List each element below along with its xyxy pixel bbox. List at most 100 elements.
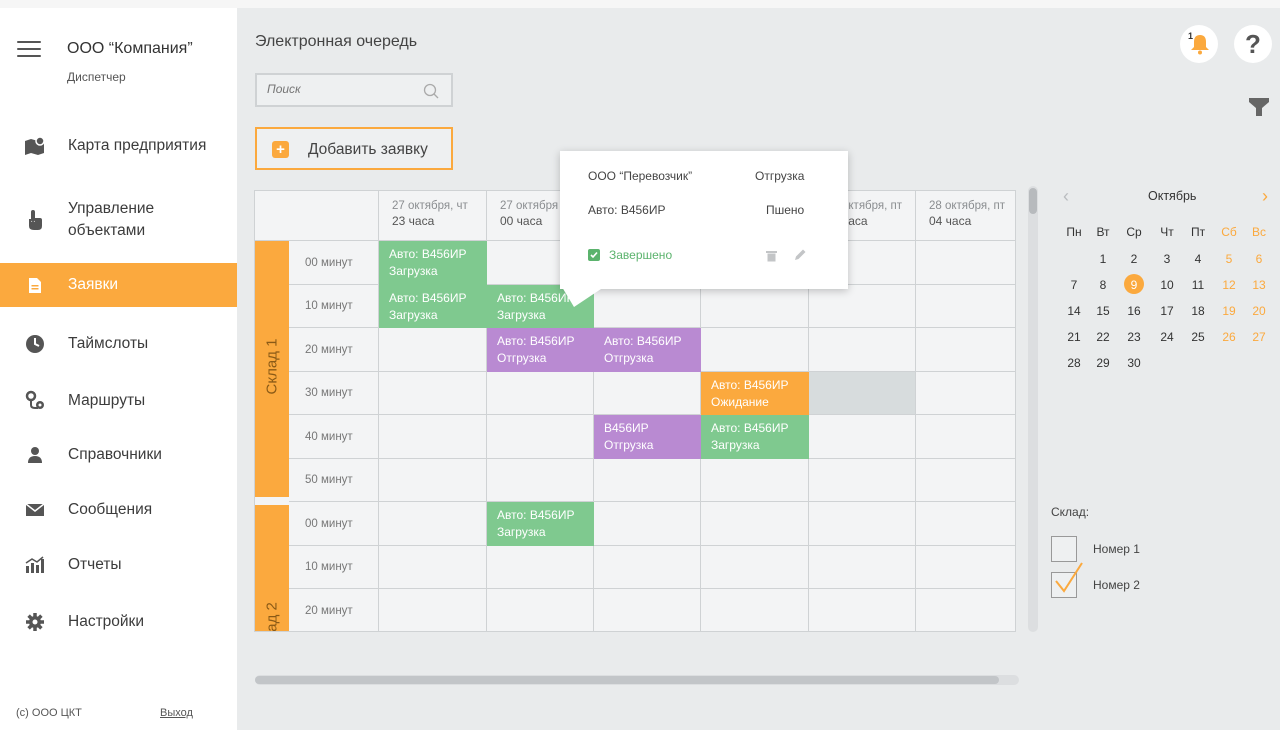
scrollbar-thumb[interactable] [255, 676, 999, 684]
calendar-day[interactable]: 21 [1059, 330, 1089, 344]
request-card[interactable]: Авто: В456ИР Отгрузка [594, 328, 701, 372]
grid-cell[interactable] [379, 415, 487, 459]
grid-cell[interactable] [701, 459, 809, 502]
calendar-day[interactable]: 11 [1183, 278, 1213, 292]
grid-cell[interactable] [379, 459, 487, 502]
calendar-next-button[interactable]: › [1262, 186, 1268, 207]
calendar-day[interactable]: 16 [1119, 304, 1149, 318]
calendar-day[interactable]: 18 [1183, 304, 1213, 318]
grid-cell[interactable] [379, 589, 487, 631]
calendar-day[interactable]: 14 [1059, 304, 1089, 318]
calendar-prev-button[interactable]: ‹ [1063, 186, 1069, 207]
sidebar-item-directories[interactable]: Справочники [0, 443, 237, 467]
grid-cell[interactable] [701, 589, 809, 631]
calendar-day[interactable]: 22 [1088, 330, 1118, 344]
help-button[interactable]: ? [1234, 25, 1272, 63]
calendar-day[interactable]: 8 [1088, 278, 1118, 292]
calendar-day[interactable]: 28 [1059, 356, 1089, 370]
calendar-day[interactable]: 26 [1214, 330, 1244, 344]
sidebar-item-requests[interactable]: Заявки [0, 263, 237, 307]
request-card[interactable]: Авто: В456ИР Загрузка [701, 415, 809, 459]
request-card[interactable]: Авто: В456ИР Отгрузка [487, 328, 594, 372]
grid-cell[interactable] [916, 415, 1015, 459]
grid-cell[interactable] [594, 502, 701, 546]
calendar-day[interactable]: 29 [1088, 356, 1118, 370]
sidebar-item-timeslots[interactable]: Таймслоты [0, 332, 237, 356]
grid-cell[interactable] [379, 502, 487, 546]
grid-cell[interactable] [701, 546, 809, 589]
search-input[interactable] [267, 82, 417, 96]
calendar-day[interactable]: 19 [1214, 304, 1244, 318]
grid-cell[interactable] [809, 589, 916, 631]
request-card[interactable]: Авто: В456ИР Загрузка [487, 502, 594, 546]
sidebar-item-reports[interactable]: Отчеты [0, 553, 237, 577]
grid-cell[interactable] [916, 241, 1015, 285]
grid-cell[interactable] [809, 502, 916, 546]
grid-cell[interactable] [916, 546, 1015, 589]
add-request-button[interactable]: + Добавить заявку [255, 127, 453, 170]
scrollbar-thumb[interactable] [1029, 188, 1037, 214]
request-card[interactable]: Авто: В456ИР Загрузка [379, 285, 487, 328]
search-icon[interactable] [423, 83, 439, 104]
grid-cell[interactable] [594, 459, 701, 502]
grid-cell[interactable] [701, 502, 809, 546]
calendar-day[interactable]: 17 [1152, 304, 1182, 318]
filter-icon[interactable] [1248, 96, 1270, 123]
grid-cell[interactable] [487, 415, 594, 459]
grid-cell[interactable] [594, 372, 701, 415]
grid-cell[interactable] [594, 589, 701, 631]
vertical-scrollbar[interactable] [1028, 186, 1038, 632]
grid-cell[interactable] [594, 546, 701, 589]
grid-cell[interactable] [487, 459, 594, 502]
grid-cell[interactable] [916, 328, 1015, 372]
grid-cell[interactable] [916, 589, 1015, 631]
warehouse-checkbox-2[interactable] [1051, 562, 1083, 598]
warehouse-checkbox-1[interactable] [1051, 536, 1077, 562]
trash-icon[interactable] [766, 249, 777, 267]
calendar-day[interactable]: 20 [1244, 304, 1274, 318]
calendar-day[interactable]: 12 [1214, 278, 1244, 292]
calendar-day[interactable]: 5 [1214, 252, 1244, 266]
grid-cell[interactable] [916, 372, 1015, 415]
grid-cell[interactable] [379, 328, 487, 372]
request-card[interactable]: В456ИР Отгрузка [594, 415, 701, 459]
calendar-day[interactable]: 3 [1152, 252, 1182, 266]
grid-cell[interactable] [916, 459, 1015, 502]
grid-cell[interactable] [809, 372, 916, 415]
calendar-day[interactable]: 25 [1183, 330, 1213, 344]
calendar-day[interactable]: 7 [1059, 278, 1089, 292]
grid-cell[interactable] [487, 372, 594, 415]
calendar-day[interactable]: 2 [1119, 252, 1149, 266]
sidebar-item-settings[interactable]: Настройки [0, 610, 237, 634]
grid-cell[interactable] [809, 459, 916, 502]
grid-cell[interactable] [916, 502, 1015, 546]
calendar-day[interactable]: 23 [1119, 330, 1149, 344]
calendar-day[interactable]: 9 [1119, 278, 1149, 292]
grid-cell[interactable] [809, 546, 916, 589]
calendar-day[interactable]: 4 [1183, 252, 1213, 266]
calendar-day[interactable]: 15 [1088, 304, 1118, 318]
calendar-day[interactable]: 30 [1119, 356, 1149, 370]
request-card[interactable]: Авто: В456ИР Загрузка [379, 241, 487, 285]
grid-cell[interactable] [809, 328, 916, 372]
grid-cell[interactable] [809, 285, 916, 328]
calendar-day[interactable]: 6 [1244, 252, 1274, 266]
grid-cell[interactable] [379, 372, 487, 415]
grid-cell[interactable] [916, 285, 1015, 328]
calendar-day[interactable]: 13 [1244, 278, 1274, 292]
menu-icon[interactable] [17, 41, 41, 57]
pencil-icon[interactable] [794, 248, 807, 266]
grid-cell[interactable] [487, 546, 594, 589]
notifications-button[interactable]: 1 [1180, 25, 1218, 63]
calendar-day[interactable]: 10 [1152, 278, 1182, 292]
grid-cell[interactable] [487, 589, 594, 631]
request-card[interactable]: Авто: В456ИР Ожидание [701, 372, 809, 415]
sidebar-item-objects[interactable]: Управление объектами [0, 194, 237, 246]
sidebar-item-map[interactable]: Карта предприятия [0, 120, 237, 172]
grid-cell[interactable] [701, 285, 809, 328]
calendar-day[interactable]: 27 [1244, 330, 1274, 344]
calendar-day[interactable]: 24 [1152, 330, 1182, 344]
grid-cell[interactable] [809, 415, 916, 459]
logout-link[interactable]: Выход [160, 707, 193, 719]
horizontal-scrollbar[interactable] [255, 675, 1019, 685]
